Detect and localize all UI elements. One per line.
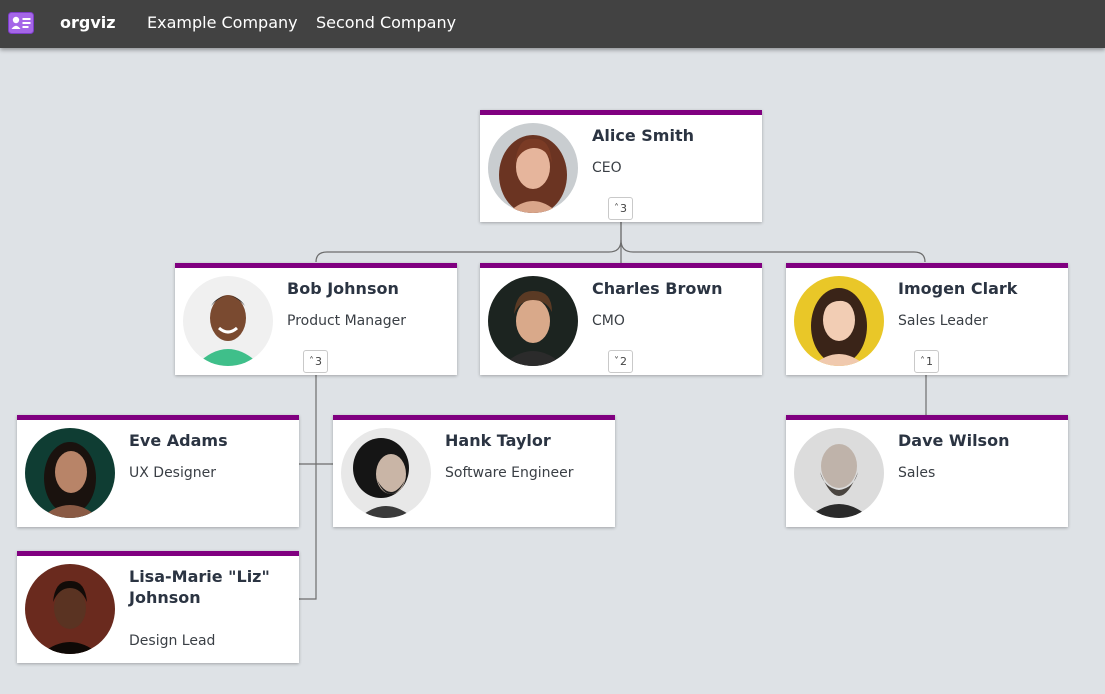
- top-navbar: orgviz Example Company Second Company: [0, 0, 1105, 48]
- person-title: Software Engineer: [445, 465, 574, 481]
- avatar-lisa-marie-johnson: [25, 564, 115, 654]
- person-name: Alice Smith: [592, 126, 694, 145]
- org-card-hank-taylor[interactable]: Hank Taylor Software Engineer: [333, 415, 615, 527]
- avatar-charles-brown: [488, 276, 578, 366]
- avatar-imogen-clark: [794, 276, 884, 366]
- person-title: Product Manager: [287, 313, 406, 329]
- person-name: Hank Taylor: [445, 431, 551, 450]
- nav-link-example-company[interactable]: Example Company: [147, 13, 298, 32]
- org-card-bob-johnson[interactable]: Bob Johnson Product Manager ˄ 3: [175, 263, 457, 375]
- person-name: Charles Brown: [592, 279, 723, 298]
- org-card-alice-smith[interactable]: Alice Smith CEO ˄ 3: [480, 110, 762, 222]
- person-title: Sales: [898, 465, 936, 481]
- expand-toggle-button[interactable]: ˅ 2: [608, 350, 633, 373]
- person-title: Design Lead: [129, 633, 216, 649]
- collapse-toggle-button[interactable]: ˄ 1: [914, 350, 939, 373]
- chevron-up-icon: ˄: [614, 203, 619, 214]
- person-title: Sales Leader: [898, 313, 988, 329]
- person-name: Bob Johnson: [287, 279, 399, 298]
- org-card-lisa-marie-johnson[interactable]: Lisa-Marie "Liz" Johnson Design Lead: [17, 551, 299, 663]
- avatar-dave-wilson: [794, 428, 884, 518]
- avatar-hank-taylor: [341, 428, 431, 518]
- report-count: 1: [926, 355, 933, 368]
- report-count: 3: [315, 355, 322, 368]
- person-name: Dave Wilson: [898, 431, 1010, 450]
- person-title: CEO: [592, 160, 622, 176]
- chevron-up-icon: ˄: [920, 356, 925, 367]
- connector-alice-bob: [315, 222, 622, 263]
- connector-bob-lisa: [298, 375, 317, 600]
- collapse-toggle-button[interactable]: ˄ 3: [303, 350, 328, 373]
- org-card-eve-adams[interactable]: Eve Adams UX Designer: [17, 415, 299, 527]
- report-count: 3: [620, 202, 627, 215]
- avatar-alice-smith: [488, 123, 578, 213]
- org-card-imogen-clark[interactable]: Imogen Clark Sales Leader ˄ 1: [786, 263, 1068, 375]
- chevron-up-icon: ˄: [309, 356, 314, 367]
- app-title[interactable]: orgviz: [60, 13, 116, 32]
- orgviz-logo-icon[interactable]: [8, 12, 34, 34]
- collapse-toggle-button[interactable]: ˄ 3: [608, 197, 633, 220]
- connector-alice-imogen: [620, 239, 926, 263]
- avatar-eve-adams: [25, 428, 115, 518]
- person-name: Lisa-Marie "Liz" Johnson: [129, 567, 270, 607]
- person-name: Eve Adams: [129, 431, 228, 450]
- avatar-bob-johnson: [183, 276, 273, 366]
- org-card-dave-wilson[interactable]: Dave Wilson Sales: [786, 415, 1068, 527]
- chevron-down-icon: ˅: [614, 356, 619, 367]
- person-title: CMO: [592, 313, 625, 329]
- report-count: 2: [620, 355, 627, 368]
- org-card-charles-brown[interactable]: Charles Brown CMO ˅ 2: [480, 263, 762, 375]
- nav-link-second-company[interactable]: Second Company: [316, 13, 456, 32]
- person-title: UX Designer: [129, 465, 216, 481]
- person-name: Imogen Clark: [898, 279, 1018, 298]
